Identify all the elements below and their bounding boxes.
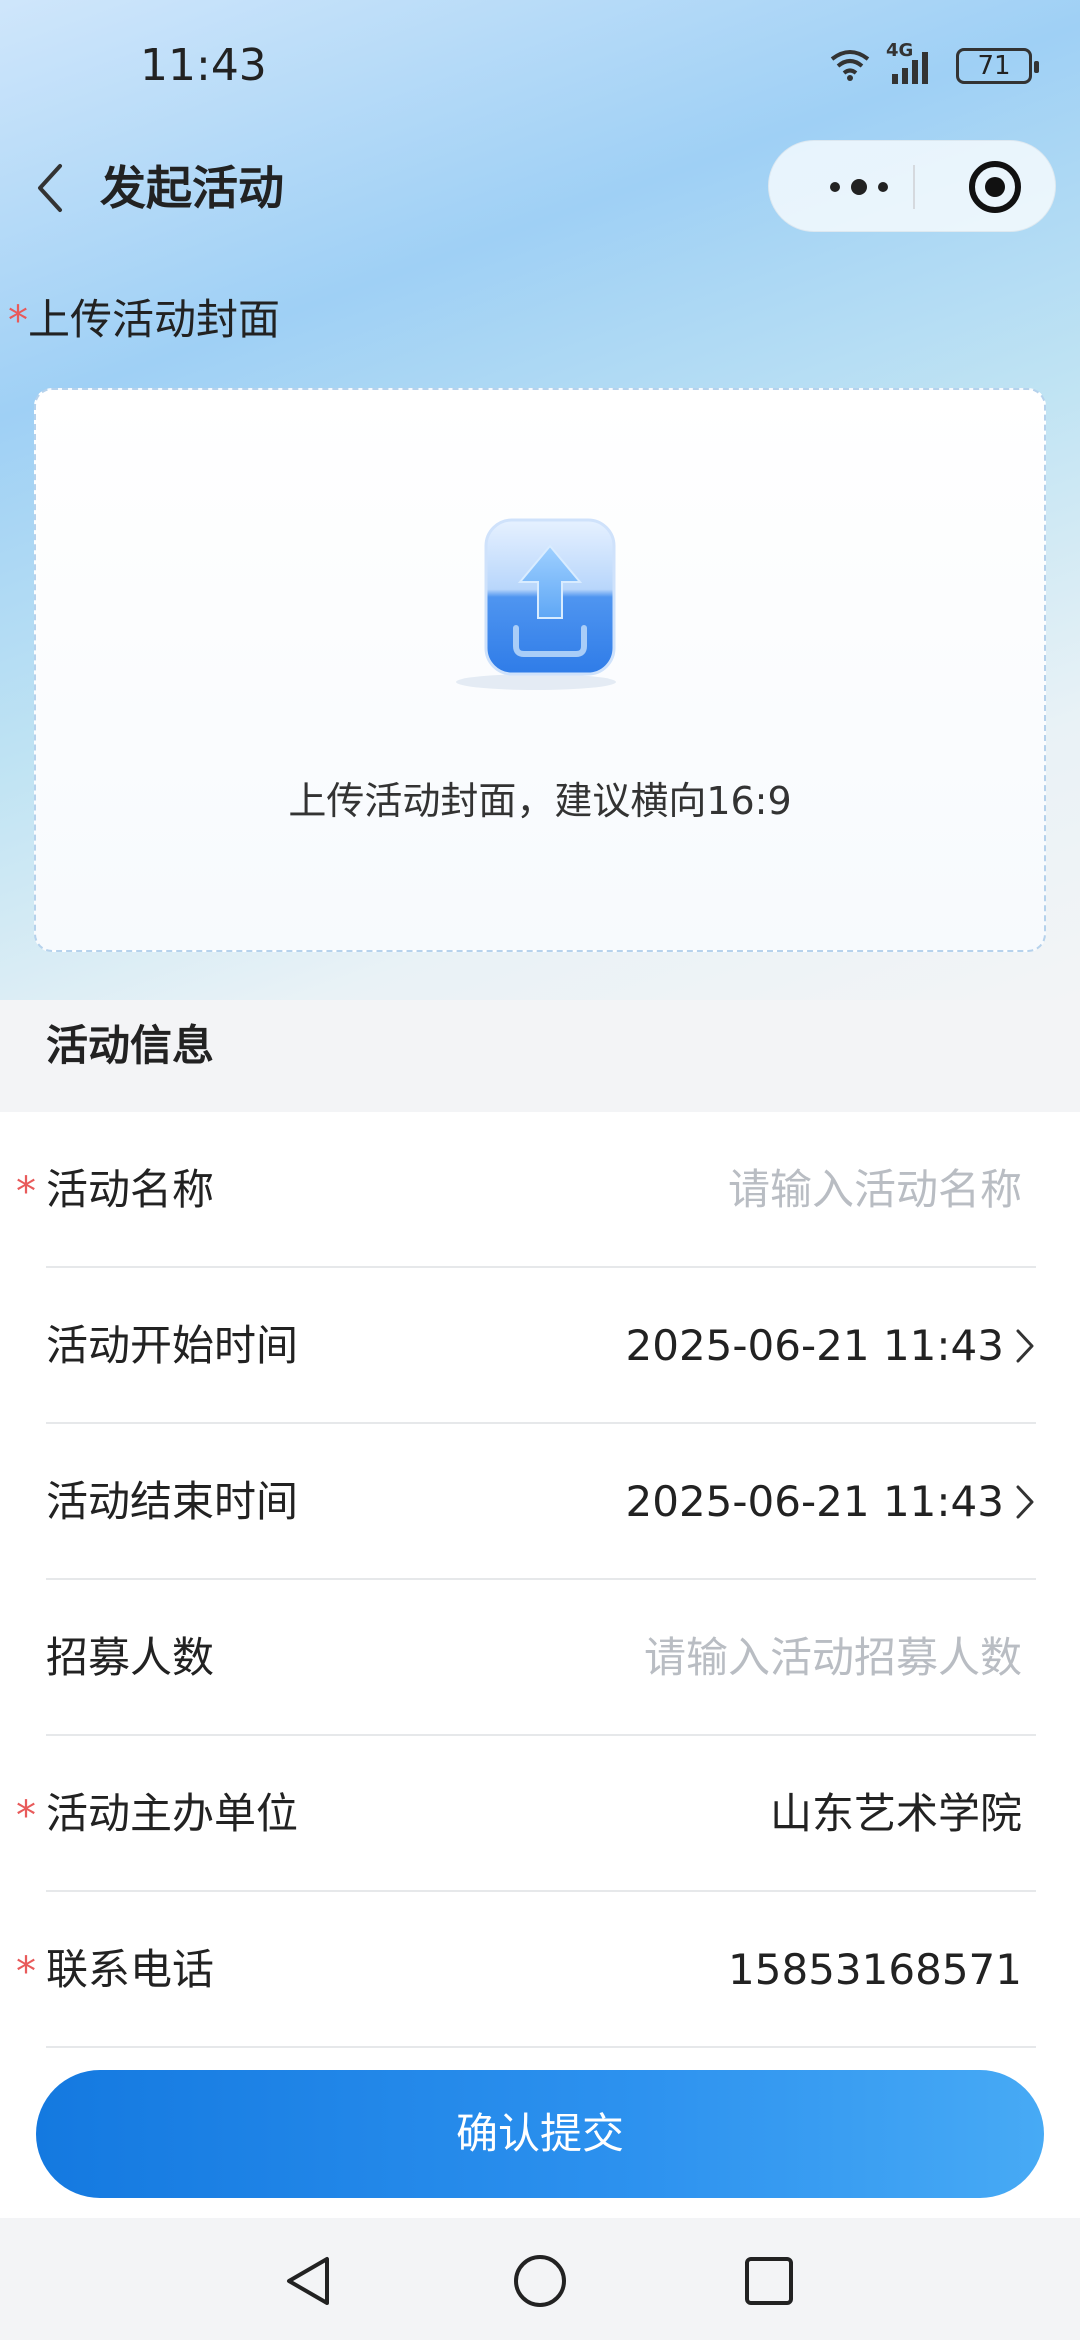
cellular-signal-icon: 4G (886, 40, 942, 86)
required-mark: * (16, 1793, 36, 1839)
system-navigation-bar (0, 2218, 1080, 2340)
wifi-icon (828, 47, 872, 85)
section-title-activity-info: 活动信息 (46, 1021, 215, 1070)
bottom-action-bar: 确认提交 (0, 2048, 1080, 2218)
triangle-back-icon (287, 2257, 329, 2305)
system-home-button[interactable] (505, 2246, 575, 2316)
status-icons: 4G 71 (828, 40, 1039, 86)
form-row-recruit[interactable]: 招募人数 请输入活动招募人数 (46, 1580, 1036, 1736)
phone-input[interactable]: 15853168571 (728, 1942, 1022, 1998)
miniprogram-capsule (768, 140, 1056, 232)
field-label: * 活动主办单位 (16, 1786, 299, 1842)
field-label: 活动结束时间 (46, 1477, 299, 1526)
start-time-picker[interactable]: 2025-06-21 11:43 (626, 1318, 1036, 1374)
organizer-input[interactable]: 山东艺术学院 (770, 1786, 1022, 1842)
status-time: 11:43 (140, 40, 267, 91)
required-mark: * (16, 1169, 36, 1215)
required-mark: * (16, 1949, 36, 1995)
capsule-divider (913, 165, 915, 209)
status-bar: 11:43 4G 71 (0, 0, 1080, 140)
end-time-value: 2025-06-21 11:43 (625, 1477, 1004, 1526)
activity-form: * 活动名称 请输入活动名称 活动开始时间 2025-06-21 11:43 活动… (0, 1112, 1080, 2052)
form-row-name[interactable]: * 活动名称 请输入活动名称 (16, 1112, 1036, 1268)
cover-upload-label: *上传活动封面 (8, 286, 280, 347)
form-row-organizer[interactable]: * 活动主办单位 山东艺术学院 (16, 1736, 1036, 1892)
more-button[interactable] (809, 141, 909, 233)
field-label: 活动开始时间 (46, 1321, 299, 1370)
back-button[interactable] (20, 158, 80, 218)
field-label-text: 活动名称 (46, 1165, 215, 1214)
end-time-picker[interactable]: 2025-06-21 11:43 (626, 1474, 1036, 1530)
system-recents-button[interactable] (734, 2246, 804, 2316)
field-label-text: 活动主办单位 (46, 1789, 299, 1838)
square-recents-icon (745, 2257, 793, 2305)
cover-upload-area[interactable]: 上传活动封面，建议横向16:9 (34, 388, 1046, 952)
target-icon (969, 161, 1021, 213)
recruit-count-input[interactable]: 请输入活动招募人数 (644, 1630, 1022, 1686)
form-row-start-time[interactable]: 活动开始时间 2025-06-21 11:43 (46, 1268, 1036, 1424)
form-row-end-time[interactable]: 活动结束时间 2025-06-21 11:43 (46, 1424, 1036, 1580)
upload-icon (446, 500, 646, 700)
start-time-value: 2025-06-21 11:43 (625, 1321, 1004, 1370)
navigation-bar: 发起活动 (0, 140, 1080, 236)
chevron-left-icon (38, 164, 62, 212)
field-label-text: 联系电话 (46, 1945, 215, 1994)
submit-button[interactable]: 确认提交 (36, 2070, 1044, 2198)
more-dots-icon (830, 179, 888, 195)
chevron-right-icon (1016, 1485, 1034, 1519)
cover-upload-label-text: 上传活动封面 (28, 295, 281, 344)
page-title: 发起活动 (100, 161, 284, 215)
chevron-right-icon (1016, 1329, 1034, 1363)
close-miniprogram-button[interactable] (949, 141, 1041, 233)
form-row-phone[interactable]: * 联系电话 15853168571 (16, 1892, 1036, 2048)
required-mark: * (8, 298, 28, 344)
system-back-button[interactable] (274, 2246, 344, 2316)
circle-home-icon (514, 2255, 566, 2307)
cover-upload-hint: 上传活动封面，建议横向16:9 (288, 779, 792, 823)
activity-name-input[interactable]: 请输入活动名称 (728, 1162, 1022, 1218)
field-label: * 联系电话 (16, 1942, 215, 1998)
field-label: * 活动名称 (16, 1162, 215, 1218)
field-label: 招募人数 (46, 1633, 215, 1682)
battery-icon: 71 (956, 48, 1039, 84)
